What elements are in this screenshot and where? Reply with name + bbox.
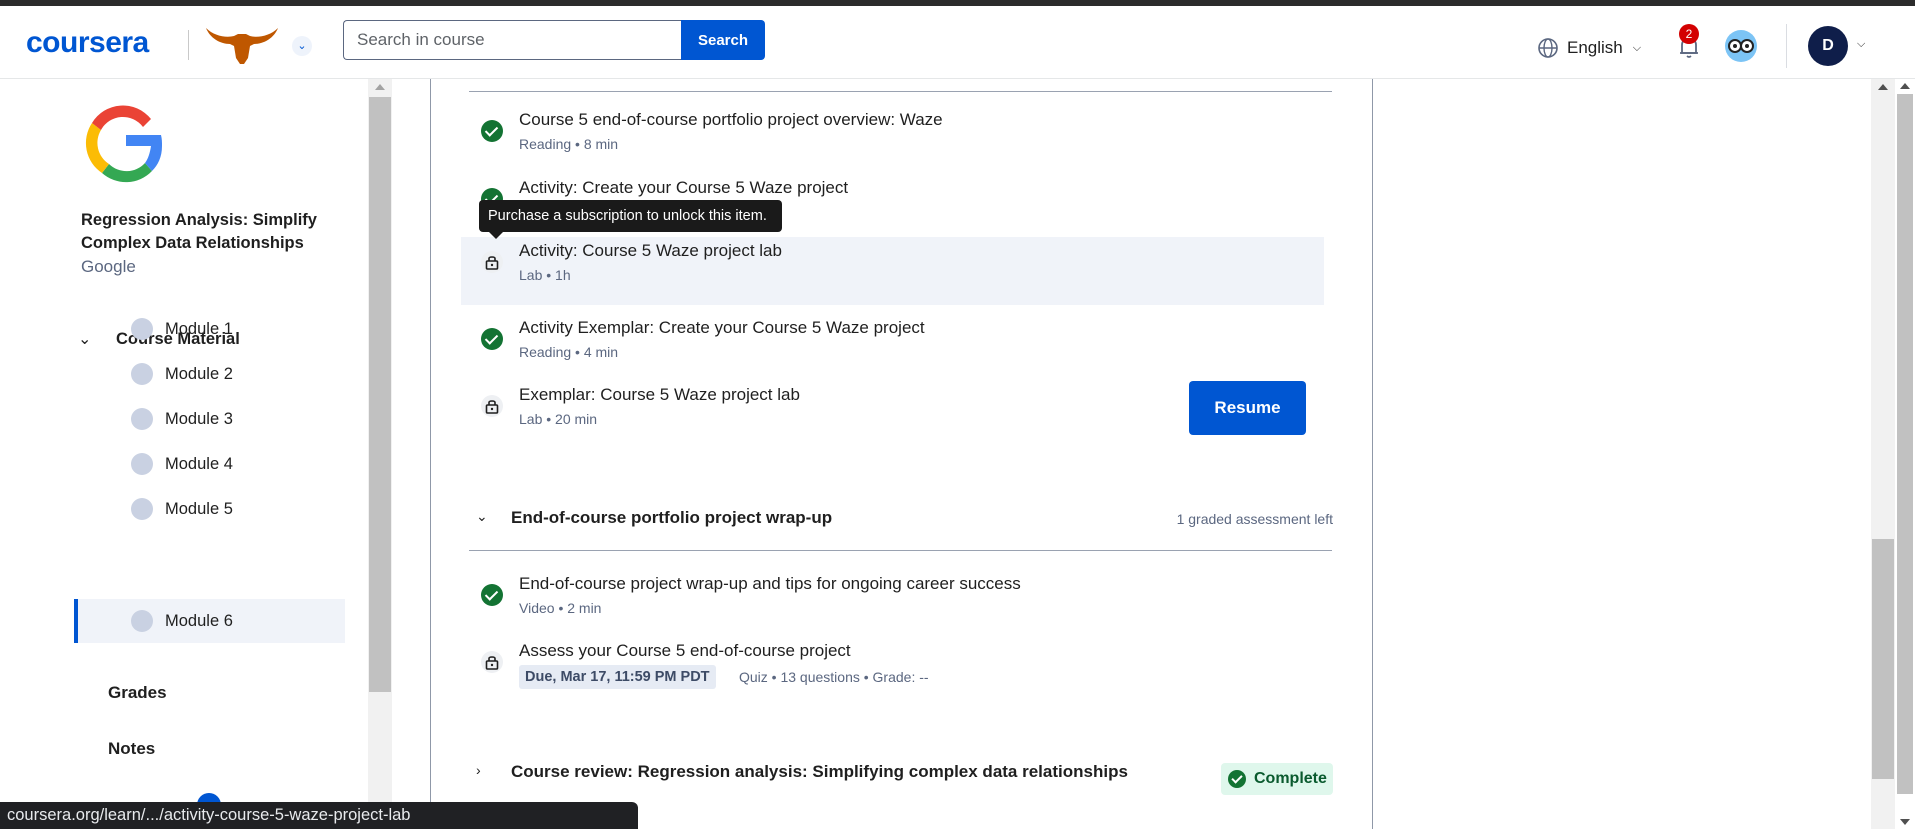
section-header-wrapup[interactable]: ⌄ End-of-course portfolio project wrap-u… <box>470 504 1333 534</box>
complete-badge: Complete <box>1221 763 1333 795</box>
item-meta: Reading • 8 min <box>519 136 619 152</box>
course-partner: Google <box>81 257 136 276</box>
coursera-logo[interactable]: coursera <box>26 26 149 60</box>
section-divider <box>469 91 1332 92</box>
language-label: English <box>1567 38 1623 57</box>
page-scrollbar-thumb[interactable] <box>1897 94 1913 794</box>
item-meta: Lab • 20 min <box>519 411 598 427</box>
header-divider <box>1786 24 1787 68</box>
module-label: Module 5 <box>165 499 233 518</box>
module-label: Module 2 <box>165 364 233 383</box>
list-item[interactable]: Activity Exemplar: Create your Course 5 … <box>461 314 1324 382</box>
due-date-badge: Due, Mar 17, 11:59 PM PDT <box>519 665 716 689</box>
browser-status-url: coursera.org/learn/.../activity-course-5… <box>0 802 638 829</box>
main-scrollbar-thumb[interactable] <box>1872 539 1894 779</box>
module-label: Module 1 <box>165 319 233 338</box>
item-title[interactable]: Exemplar: Course 5 Waze project lab <box>519 385 800 405</box>
sidebar-item-module-6[interactable]: Module 6 <box>74 599 345 643</box>
search-button[interactable]: Search <box>681 20 765 60</box>
module-label: Module 4 <box>165 454 233 473</box>
university-dropdown-chevron-icon[interactable]: ⌄ <box>292 36 312 56</box>
globe-icon <box>1538 38 1558 58</box>
scroll-up-arrow-icon[interactable] <box>1900 83 1910 89</box>
item-meta: Reading • 4 min <box>519 344 619 360</box>
sidebar-item-module-3[interactable]: Module 3 <box>76 397 345 441</box>
lock-icon <box>481 395 503 417</box>
item-meta: Lab • 1h <box>519 267 571 283</box>
item-title[interactable]: Course 5 end-of-course portfolio project… <box>519 110 943 130</box>
module-progress-dot <box>131 318 153 340</box>
scroll-up-arrow-icon[interactable] <box>1878 84 1888 90</box>
scroll-up-arrow-icon[interactable] <box>375 84 385 90</box>
list-item[interactable]: Course 5 end-of-course portfolio project… <box>461 106 1324 174</box>
completed-check-icon <box>481 328 503 350</box>
section-header-review[interactable]: › Course review: Regression analysis: Si… <box>470 758 1333 788</box>
sidebar-scrollbar[interactable] <box>368 79 392 829</box>
item-title[interactable]: Activity Exemplar: Create your Course 5 … <box>519 318 925 338</box>
item-title[interactable]: End-of-course project wrap-up and tips f… <box>519 574 1021 594</box>
google-logo-icon <box>85 105 162 183</box>
chevron-down-icon[interactable]: ⌵ <box>1857 38 1865 51</box>
page-scrollbar[interactable] <box>1895 79 1915 829</box>
course-title[interactable]: Regression Analysis: Simplify Complex Da… <box>81 209 321 255</box>
item-meta: Video • 2 min <box>519 600 602 616</box>
locked-item-tooltip: Purchase a subscription to unlock this i… <box>479 200 782 239</box>
longhorn-logo-icon[interactable] <box>204 22 280 66</box>
list-item[interactable]: End-of-course project wrap-up and tips f… <box>461 570 1324 638</box>
scroll-down-arrow-icon[interactable] <box>1900 819 1910 825</box>
item-title[interactable]: Assess your Course 5 end-of-course proje… <box>519 641 851 661</box>
completed-check-icon <box>481 584 503 606</box>
notification-badge: 2 <box>1679 24 1699 44</box>
complete-label: Complete <box>1254 770 1327 787</box>
module-progress-dot <box>131 610 153 632</box>
module-label: Module 3 <box>165 409 233 428</box>
main-scrollbar[interactable] <box>1871 79 1895 829</box>
sidebar-item-module-1[interactable]: Module 1 <box>76 307 345 351</box>
top-header: coursera ⌄ Search English ⌵ 2 D ⌵ <box>0 6 1915 79</box>
coach-bot-icon[interactable] <box>1723 28 1759 64</box>
chevron-down-icon: ⌄ <box>476 508 488 524</box>
sidebar-item-module-5[interactable]: Module 5 <box>76 487 345 531</box>
section-title: Course review: Regression analysis: Simp… <box>511 762 1128 781</box>
module-progress-dot <box>131 498 153 520</box>
sidebar-item-grades[interactable]: Grades <box>108 683 167 703</box>
user-avatar[interactable]: D <box>1808 26 1848 66</box>
lock-icon <box>481 651 503 673</box>
chevron-right-icon: › <box>476 762 481 778</box>
section-divider <box>469 550 1332 551</box>
lock-icon <box>481 251 503 273</box>
resume-button[interactable]: Resume <box>1189 381 1306 435</box>
completed-check-icon <box>481 120 503 142</box>
item-title[interactable]: Activity: Create your Course 5 Waze proj… <box>519 178 848 198</box>
sidebar-scrollbar-thumb[interactable] <box>369 97 391 692</box>
list-item-hovered[interactable]: Activity: Course 5 Waze project lab Lab … <box>461 237 1324 305</box>
module-progress-dot <box>131 453 153 475</box>
logo-divider <box>188 30 189 60</box>
item-meta: Quiz • 13 questions • Grade: -- <box>739 669 929 685</box>
graded-assessment-count: 1 graded assessment left <box>1176 511 1333 527</box>
search-input[interactable] <box>343 20 681 60</box>
section-title: End-of-course portfolio project wrap-up <box>511 508 833 527</box>
sidebar-item-module-2[interactable]: Module 2 <box>76 352 345 396</box>
module-progress-dot <box>131 408 153 430</box>
module-progress-dot <box>131 363 153 385</box>
list-item[interactable]: Assess your Course 5 end-of-course proje… <box>461 637 1324 705</box>
sidebar-item-module-4[interactable]: Module 4 <box>76 442 345 486</box>
sidebar-item-notes[interactable]: Notes <box>108 739 155 759</box>
item-title[interactable]: Activity: Course 5 Waze project lab <box>519 241 782 261</box>
language-selector[interactable]: English ⌵ <box>1537 36 1641 60</box>
course-sidebar: Regression Analysis: Simplify Complex Da… <box>0 79 368 829</box>
module-label: Module 6 <box>165 611 233 630</box>
chevron-down-icon: ⌵ <box>1632 41 1642 54</box>
completed-check-icon <box>1228 770 1246 788</box>
